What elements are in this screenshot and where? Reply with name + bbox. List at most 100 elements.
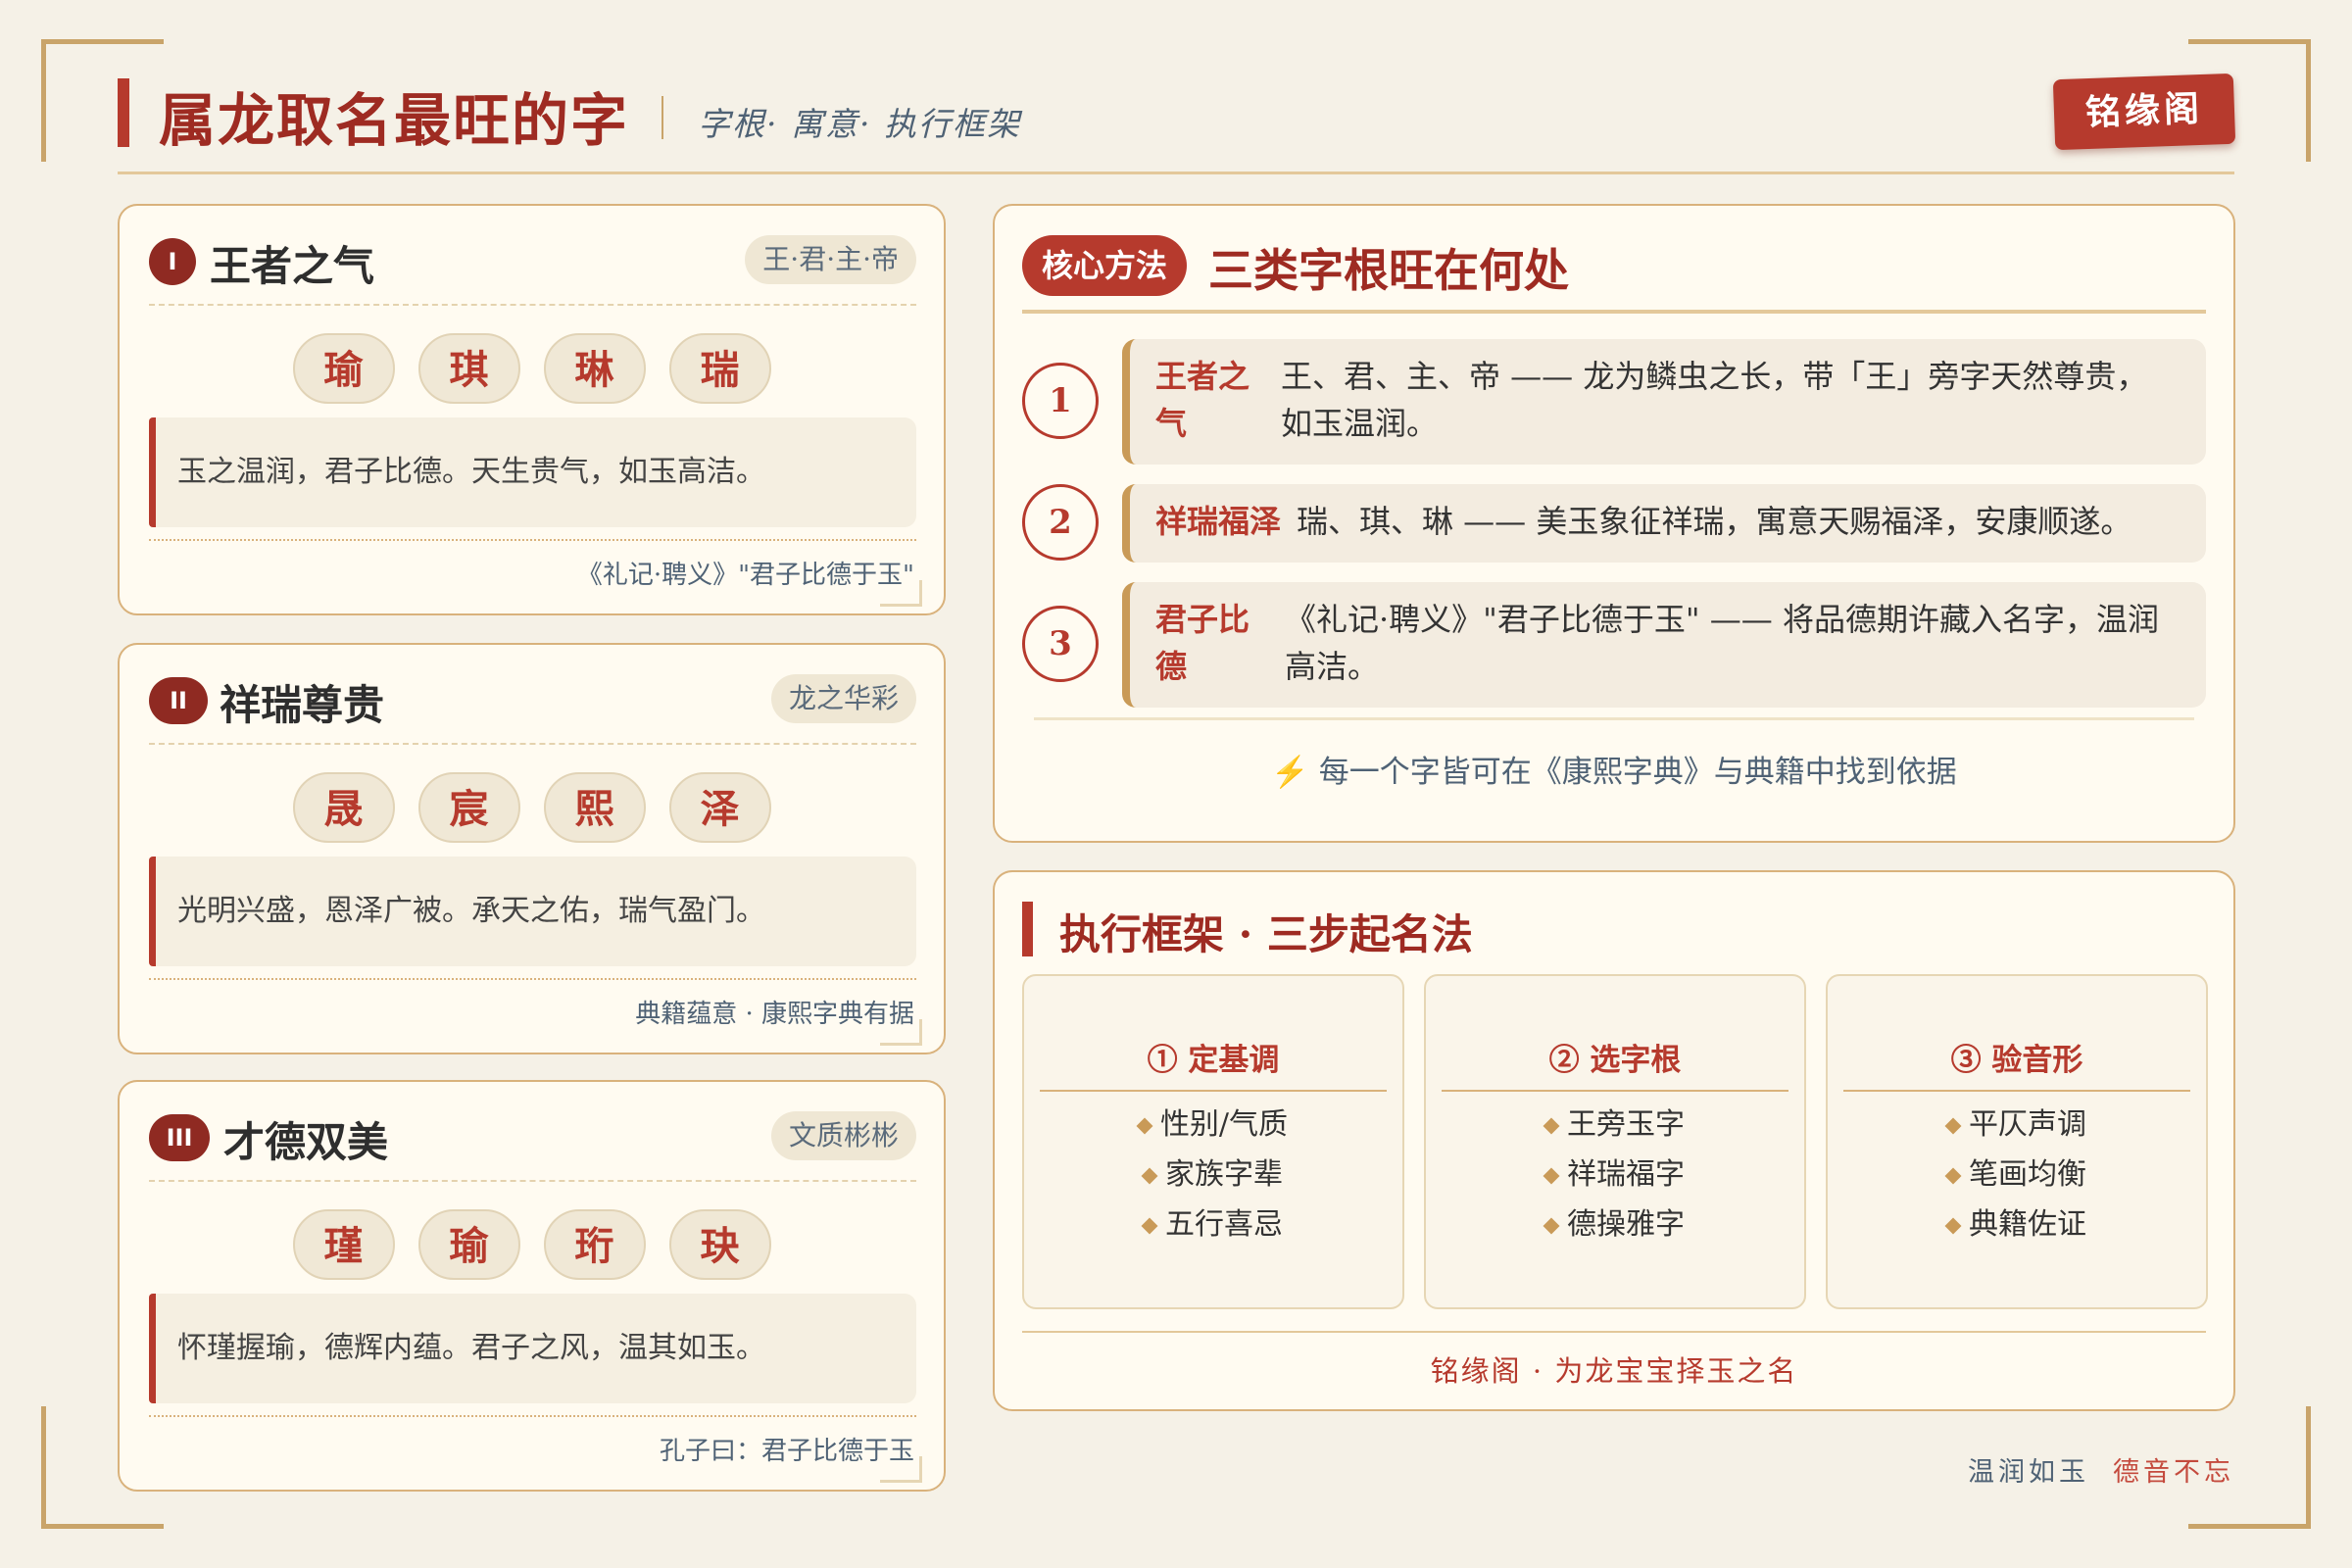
divider	[1034, 717, 2194, 720]
method-row-2: 祥瑞福泽 瑞、琪、琳 —— 美玉象征祥瑞，寓意天赐福泽，安康顺遂。	[1122, 484, 2206, 563]
divider	[1022, 1331, 2206, 1333]
title-accent-bar	[118, 78, 129, 147]
corner-deco	[880, 580, 922, 607]
row-number-3: 3	[1022, 606, 1099, 682]
motto-part-2: 德音不忘	[2113, 1457, 2234, 1488]
step-box-2: ② 选字根 王旁玉字 祥瑞福字 德操雅字	[1424, 974, 1806, 1309]
card-quote: 怀瑾握瑜，德辉内蕴。君子之风，温其如玉。	[149, 1294, 916, 1403]
divider	[1022, 310, 2206, 314]
char-chip: 珩	[543, 1209, 646, 1280]
row-key: 君子比 德	[1155, 601, 1250, 685]
step-item: 笔画均衡	[1828, 1150, 2206, 1200]
step-item: 德操雅字	[1426, 1200, 1804, 1250]
step-item: 五行喜忌	[1024, 1200, 1402, 1250]
diamond-icon	[1543, 1167, 1560, 1185]
card-tag: 王·君·主·帝	[745, 235, 916, 284]
char-chip: 宸	[417, 772, 520, 843]
card-source: 典籍蕴意 · 康熙字典有据	[635, 1000, 914, 1029]
divider	[149, 743, 916, 745]
card-quote: 玉之温润，君子比德。天生贵气，如玉高洁。	[149, 417, 916, 527]
method-row-3: 君子比 德 《礼记·聘义》"君子比德于玉" —— 将品德期许藏入名字，温润 高洁…	[1122, 582, 2206, 708]
row-text: 《礼记·聘义》"君子比德于玉" —— 将品德期许藏入名字，温润 高洁。	[1285, 601, 2159, 685]
char-chip: 琪	[417, 333, 520, 404]
step-title: ① 定基调	[1147, 1043, 1280, 1078]
divider	[149, 1180, 916, 1182]
card-tag: 文质彬彬	[770, 1111, 916, 1160]
diamond-icon	[1944, 1117, 1962, 1135]
char-chip: 瑜	[292, 333, 395, 404]
card-wangzhe: I 王者之气 王·君·主·帝 瑜 琪 琳 瑞 玉之温润，君子比德。天生贵气，如玉…	[118, 204, 946, 615]
brand-stamp: 铭缘阁	[2052, 73, 2236, 151]
card-badge: II	[149, 677, 208, 724]
exec-accent-bar	[1022, 902, 1033, 956]
page-header: 属龙取名最旺的字 字根· 寓意· 执行框架 铭缘阁	[118, 69, 2236, 174]
step-box-3: ③ 验音形 平仄声调 笔画均衡 典籍佐证	[1826, 974, 2208, 1309]
card-source: 《礼记·聘义》"君子比德于玉"	[576, 561, 914, 590]
step-title: ② 选字根	[1548, 1043, 1682, 1078]
diamond-icon	[1543, 1117, 1560, 1135]
step-title: ③ 验音形	[1950, 1043, 2083, 1078]
diamond-icon	[1543, 1217, 1560, 1235]
card-title: 才德双美	[223, 1118, 389, 1166]
divider	[1442, 1090, 1788, 1092]
diamond-icon	[1141, 1217, 1158, 1235]
diamond-icon	[1944, 1217, 1962, 1235]
card-source: 孔子曰：君子比德于玉	[659, 1437, 914, 1466]
card-title: 王者之气	[210, 242, 375, 290]
char-chip: 瑾	[292, 1209, 395, 1280]
card-caide: III 才德双美 文质彬彬 瑾 瑜 珩 玦 怀瑾握瑜，德辉内蕴。君子之风，温其如…	[118, 1080, 946, 1492]
step-box-1: ① 定基调 性别/气质 家族字辈 五行喜忌	[1022, 974, 1404, 1309]
diamond-icon	[1141, 1167, 1158, 1185]
corner-deco	[880, 1456, 922, 1483]
row-number-2: 2	[1022, 484, 1099, 561]
char-chip: 晟	[292, 772, 395, 843]
step-item: 典籍佐证	[1828, 1200, 2206, 1250]
core-badge: 核心方法	[1022, 235, 1187, 296]
char-chip: 泽	[668, 772, 771, 843]
core-footer-note: ⚡ 每一个字皆可在《康熙字典》与典籍中找到依据	[1271, 755, 1957, 790]
step-item: 王旁玉字	[1426, 1100, 1804, 1150]
row-text: 瑞、琪、琳 —— 美玉象征祥瑞，寓意天赐福泽，安康顺遂。	[1297, 503, 2132, 540]
page-title: 属龙取名最旺的字	[159, 87, 630, 154]
divider	[149, 304, 916, 306]
exec-footer: 铭缘阁 · 为龙宝宝择玉之名	[1430, 1354, 1798, 1388]
step-item: 平仄声调	[1828, 1100, 2206, 1150]
row-key: 祥瑞福泽	[1155, 503, 1282, 540]
card-tag: 龙之华彩	[770, 674, 916, 723]
step-item: 性别/气质	[1024, 1100, 1402, 1150]
page-subtitle: 字根· 寓意· 执行框架	[698, 105, 1021, 143]
motto-part-1: 温润如玉	[1968, 1457, 2089, 1488]
core-method-card: 核心方法 三类字根旺在何处 1 王者之 气 王、君、主、帝 —— 龙为鳞虫之长，…	[993, 204, 2235, 843]
divider	[149, 539, 916, 541]
row-text: 王、君、主、帝 —— 龙为鳞虫之长，带「王」旁字天然尊贵， 如玉温润。	[1281, 358, 2148, 442]
char-chip: 玦	[668, 1209, 771, 1280]
row-key: 王者之 气	[1155, 358, 1250, 442]
char-chip: 熙	[543, 772, 646, 843]
exec-title: 执行框架 · 三步起名法	[1059, 910, 1473, 958]
card-badge: III	[149, 1114, 210, 1161]
diamond-icon	[1944, 1167, 1962, 1185]
footer-motto: 温润如玉 德音不忘	[1968, 1450, 2234, 1489]
divider	[1040, 1090, 1387, 1092]
step-item: 家族字辈	[1024, 1150, 1402, 1200]
char-chip: 瑜	[417, 1209, 520, 1280]
method-row-1: 王者之 气 王、君、主、帝 —— 龙为鳞虫之长，带「王」旁字天然尊贵， 如玉温润…	[1122, 339, 2206, 465]
divider	[1843, 1090, 2190, 1092]
row-number-1: 1	[1022, 363, 1099, 439]
exec-framework-card: 执行框架 · 三步起名法 ① 定基调 性别/气质 家族字辈 五行喜忌 ② 选字根…	[993, 870, 2235, 1411]
card-badge: I	[149, 238, 196, 285]
card-title: 祥瑞尊贵	[220, 681, 385, 729]
divider	[149, 1415, 916, 1417]
corner-deco	[880, 1019, 922, 1046]
diamond-icon	[1136, 1117, 1153, 1135]
step-item: 祥瑞福字	[1426, 1150, 1804, 1200]
core-title: 三类字根旺在何处	[1208, 244, 1569, 297]
char-list: 瑜 琪 琳 瑞	[120, 333, 944, 406]
char-chip: 瑞	[668, 333, 771, 404]
char-list: 瑾 瑜 珩 玦	[120, 1209, 944, 1282]
card-xiangrui: II 祥瑞尊贵 龙之华彩 晟 宸 熙 泽 光明兴盛，恩泽广被。承天之佑，瑞气盈门…	[118, 643, 946, 1054]
divider	[149, 978, 916, 980]
card-quote: 光明兴盛，恩泽广被。承天之佑，瑞气盈门。	[149, 857, 916, 966]
char-chip: 琳	[543, 333, 646, 404]
title-divider	[662, 96, 663, 139]
